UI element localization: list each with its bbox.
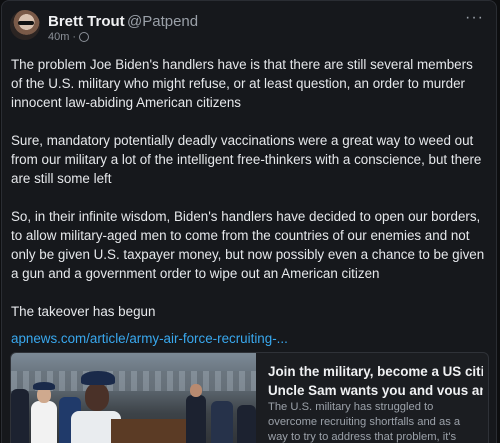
card-title[interactable]: Join the military, become a US citizen: … — [268, 362, 483, 400]
post-paragraph: So, in their infinite wisdom, Biden's ha… — [11, 209, 485, 281]
author-handle[interactable]: @Patpend — [127, 13, 198, 30]
card-title-line: Join the military, become a US citizen: — [268, 364, 483, 379]
post-time[interactable]: 40m — [48, 31, 69, 43]
meta-separator: · — [72, 31, 77, 43]
post-paragraph: The takeover has begun — [11, 304, 156, 319]
author-name[interactable]: Brett Trout — [48, 13, 125, 30]
avatar[interactable] — [10, 10, 40, 40]
post-meta: 40m · — [48, 31, 90, 43]
article-link[interactable]: apnews.com/article/army-air-force-recrui… — [11, 331, 288, 346]
card-title-line: Uncle Sam wants you and vous and tu — [268, 383, 483, 398]
post-body: The problem Joe Biden's handlers have is… — [11, 55, 487, 340]
link-preview-card[interactable]: Join the military, become a US citizen: … — [10, 352, 489, 443]
post-card: Brett Trout @Patpend 40m · ··· The probl… — [1, 0, 497, 443]
globe-icon — [79, 32, 90, 42]
post-paragraph: The problem Joe Biden's handlers have is… — [11, 57, 473, 110]
more-options-icon[interactable]: ··· — [465, 9, 484, 27]
post-paragraph: Sure, mandatory potentially deadly vacci… — [11, 133, 482, 186]
preview-image — [11, 353, 256, 443]
card-description: The U.S. military has struggled to overc… — [268, 401, 461, 443]
